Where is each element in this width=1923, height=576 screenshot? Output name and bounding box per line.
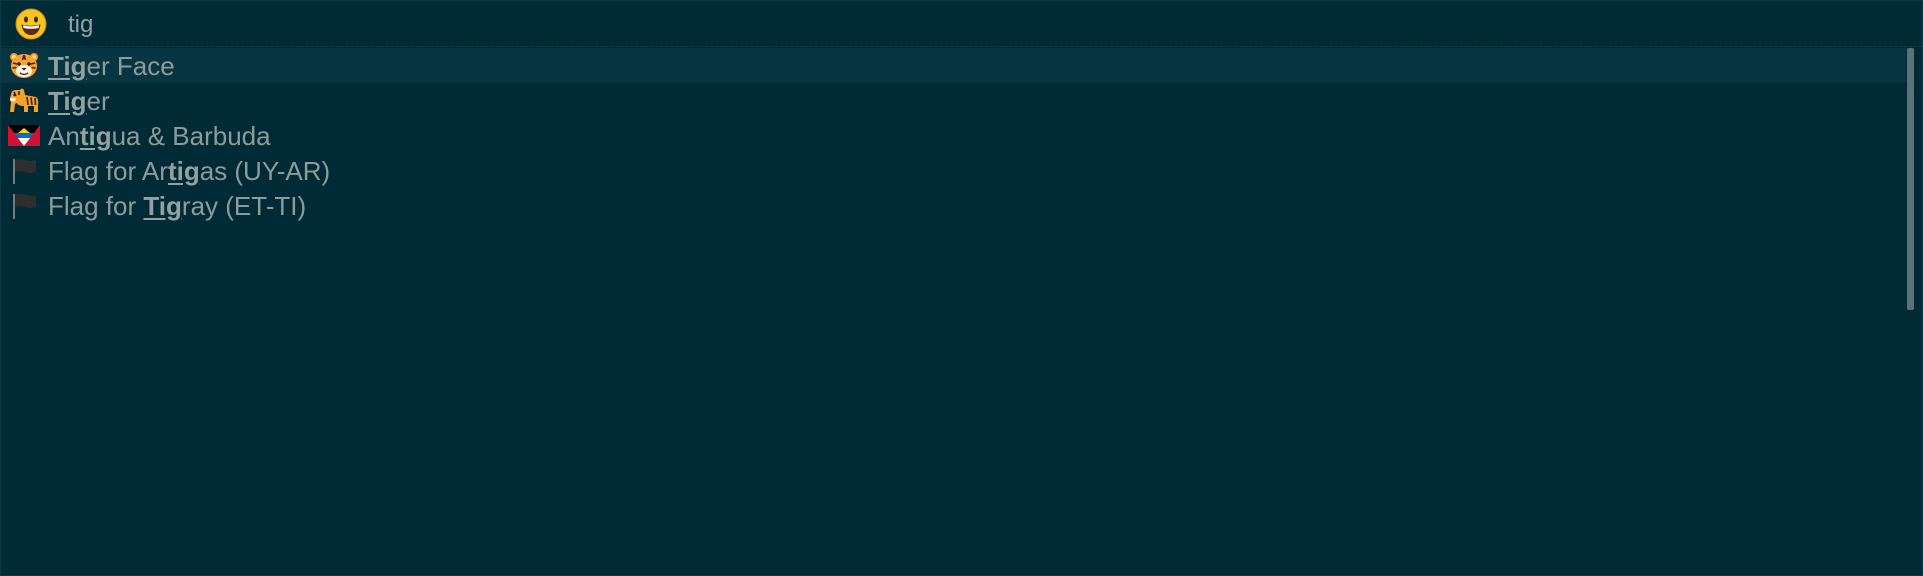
search-input[interactable]: tig [68,11,93,39]
result-item-antigua-barbuda[interactable]: Antigua & Barbuda [1,118,1906,153]
match-highlight: Tig [143,191,182,221]
result-label: Flag for Artigas (UY-AR) [48,156,331,186]
result-item-flag-tigray[interactable]: Flag for Tigray (ET-TI) [1,188,1906,223]
tiger-icon [10,88,39,112]
emoji-picker-window: tig Tiger Face Tiger Antigua & Barbuda F… [0,0,1923,576]
result-label: Antigua & Barbuda [48,121,271,151]
black-flag-icon [13,159,36,184]
grinning-face-icon [15,8,47,40]
antigua-barbuda-flag-icon [8,125,40,146]
result-label: Tiger [48,86,110,116]
tiger-face-icon [10,53,38,78]
match-highlight: Tig [48,86,87,116]
result-item-tiger-face[interactable]: Tiger Face [1,48,1906,83]
scrollbar[interactable] [1907,48,1914,310]
result-label: Tiger Face [48,51,175,81]
match-highlight: tig [167,156,200,186]
result-label: Flag for Tigray (ET-TI) [48,191,307,221]
black-flag-icon [13,194,36,219]
scrollbar-thumb[interactable] [1907,48,1914,310]
result-item-flag-artigas[interactable]: Flag for Artigas (UY-AR) [1,153,1906,188]
match-highlight: Tig [48,51,87,81]
result-item-tiger[interactable]: Tiger [1,83,1906,118]
search-bar[interactable]: tig [1,1,1922,47]
results-list: Tiger Face Tiger Antigua & Barbuda Flag … [1,48,1906,223]
match-highlight: tig [79,121,112,151]
